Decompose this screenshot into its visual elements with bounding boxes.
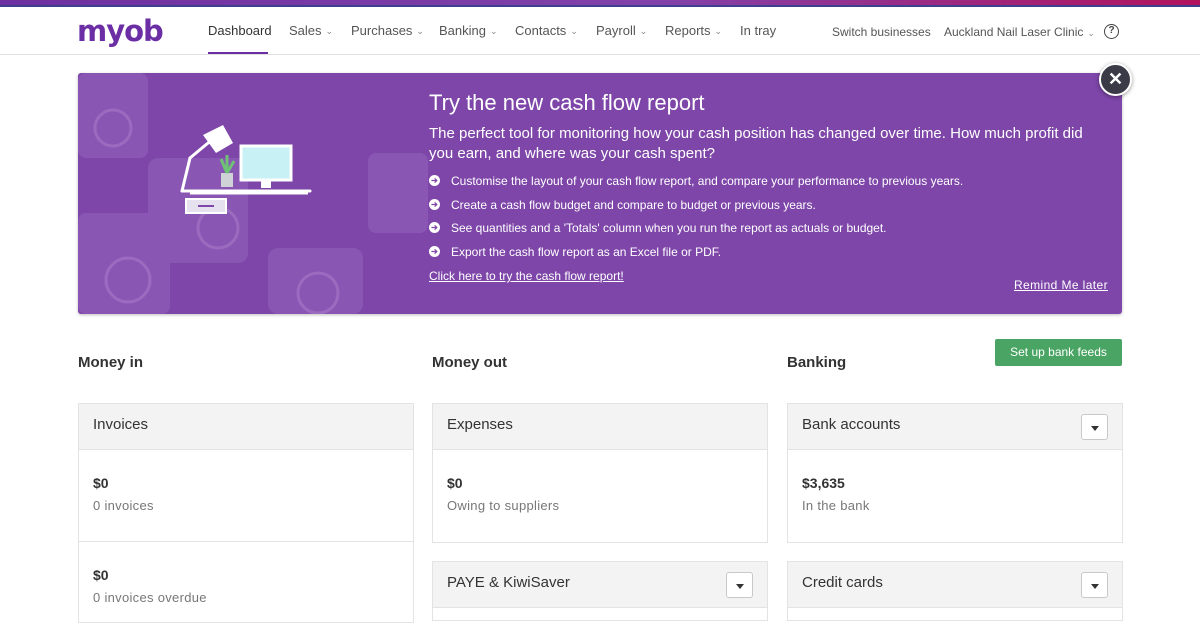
banking-heading: Banking: [787, 354, 847, 371]
nav-banking-label: Banking: [439, 23, 486, 38]
feature-text: Customise the layout of your cash flow r…: [451, 174, 964, 188]
nav-contacts-label: Contacts: [515, 23, 567, 38]
nav-banking[interactable]: Banking ⌄: [439, 23, 498, 38]
arrow-circle-icon: ➔: [429, 222, 440, 233]
bank-desc: In the bank: [802, 498, 870, 513]
bank-accounts-dropdown-button[interactable]: [1081, 414, 1108, 440]
chevron-down-icon: ⌄: [325, 26, 334, 36]
invoices-card-header: Invoices: [79, 404, 413, 450]
money-out-heading: Money out: [432, 354, 507, 371]
paye-kiwisaver-card: PAYE & KiwiSaver: [432, 561, 768, 621]
paye-dropdown-button[interactable]: [726, 572, 753, 598]
chevron-down-icon: ⌄: [1087, 28, 1095, 38]
nav-in-tray-label: In tray: [740, 23, 777, 38]
invoices-card: Invoices $0 0 invoices $0 0 invoices ove…: [78, 403, 414, 623]
desk-illustration: [78, 73, 428, 314]
chevron-down-icon: ⌄: [489, 26, 498, 36]
banner-title: Try the new cash flow report: [429, 90, 705, 115]
expenses-amount: $0: [447, 475, 463, 491]
feature-item: ➔ See quantities and a 'Totals' column wh…: [429, 220, 963, 244]
nav-dashboard-label: Dashboard: [208, 23, 272, 38]
credit-cards-card: Credit cards: [787, 561, 1123, 621]
paye-card-header: PAYE & KiwiSaver: [433, 562, 767, 608]
feature-item: ➔ Customise the layout of your cash flow …: [429, 173, 963, 197]
chevron-down-icon: ⌄: [570, 26, 578, 36]
expenses-title: Expenses: [447, 416, 513, 433]
expenses-desc: Owing to suppliers: [447, 498, 560, 513]
bank-accounts-card-header: Bank accounts: [788, 404, 1122, 450]
nav-in-tray[interactable]: In tray: [740, 23, 776, 38]
switch-businesses-link[interactable]: Switch businesses: [832, 25, 931, 39]
top-navigation: myob Dashboard Sales ⌄ Purchases ⌄ Banking…: [0, 7, 1200, 55]
invoices-count: 0 invoices: [93, 498, 154, 513]
banner-feature-list: ➔ Customise the layout of your cash flow …: [429, 173, 963, 267]
nav-sales-label: Sales: [289, 23, 322, 38]
arrow-circle-icon: ➔: [429, 198, 440, 210]
feature-text: See quantities and a 'Totals' column whe…: [451, 221, 887, 235]
feature-item: ➔ Export the cash flow report as an Excel…: [429, 244, 963, 268]
chevron-down-icon: ⌄: [416, 26, 424, 36]
close-icon: ✕: [1107, 69, 1124, 89]
bank-accounts-title: Bank accounts: [802, 416, 901, 433]
bank-accounts-card-body: $3,635 In the bank: [788, 475, 1122, 513]
invoices-title: Invoices: [93, 416, 149, 433]
credit-cards-title: Credit cards: [802, 574, 883, 591]
nav-purchases[interactable]: Purchases ⌄: [351, 23, 424, 38]
business-selector[interactable]: Auckland Nail Laser Clinic ⌄: [944, 25, 1095, 39]
set-up-bank-feeds-button[interactable]: Set up bank feeds: [995, 339, 1122, 366]
bank-amount: $3,635: [802, 475, 845, 491]
nav-purchases-label: Purchases: [351, 23, 413, 38]
expenses-card: Expenses $0 Owing to suppliers: [432, 403, 768, 543]
divider: [79, 541, 413, 542]
overdue-amount: $0: [93, 567, 109, 583]
arrow-circle-icon: ➔: [429, 175, 440, 186]
overdue-count: 0 invoices overdue: [93, 590, 207, 605]
close-banner-button[interactable]: ✕: [1099, 63, 1132, 96]
chevron-down-icon: ⌄: [639, 26, 648, 36]
top-accent-bar: [0, 0, 1200, 7]
credit-cards-dropdown-button[interactable]: [1081, 572, 1108, 598]
myob-logo[interactable]: myob: [77, 14, 164, 48]
feature-text: Export the cash flow report as an Excel …: [451, 244, 722, 259]
nav-payroll[interactable]: Payroll ⌄: [596, 23, 647, 38]
paye-title: PAYE & KiwiSaver: [447, 574, 570, 591]
remind-me-later-link[interactable]: Remind Me later: [1014, 278, 1108, 292]
try-cash-flow-report-link[interactable]: Click here to try the cash flow report!: [429, 269, 624, 283]
feature-item: ➔ Create a cash flow budget and compare t…: [429, 197, 963, 221]
feature-text: Create a cash flow budget and compare to…: [451, 197, 816, 212]
nav-reports-label: Reports: [665, 23, 711, 38]
nav-sales[interactable]: Sales ⌄: [289, 23, 333, 38]
nav-dashboard[interactable]: Dashboard: [208, 23, 272, 38]
chevron-down-icon: ⌄: [714, 26, 723, 36]
help-circle-icon[interactable]: ?: [1104, 24, 1119, 39]
business-name: Auckland Nail Laser Clinic: [944, 25, 1084, 39]
expenses-card-header: Expenses: [433, 404, 767, 450]
money-in-heading: Money in: [78, 354, 144, 371]
arrow-circle-icon: ➔: [429, 245, 440, 257]
banner-subtitle: The perfect tool for monitoring how your…: [429, 125, 1083, 162]
nav-contacts[interactable]: Contacts ⌄: [515, 23, 578, 38]
expenses-card-body: $0 Owing to suppliers: [433, 475, 767, 513]
cash-flow-promo-banner: Try the new cash flow report The perfect…: [78, 73, 1122, 314]
active-tab-indicator: [208, 52, 268, 54]
invoices-amount: $0: [93, 475, 109, 491]
credit-cards-card-header: Credit cards: [788, 562, 1122, 608]
bank-accounts-card: Bank accounts $3,635 In the bank: [787, 403, 1123, 543]
invoices-card-body: $0 0 invoices $0 0 invoices overdue: [79, 475, 413, 605]
nav-reports[interactable]: Reports ⌄: [665, 23, 722, 38]
nav-payroll-label: Payroll: [596, 23, 636, 38]
